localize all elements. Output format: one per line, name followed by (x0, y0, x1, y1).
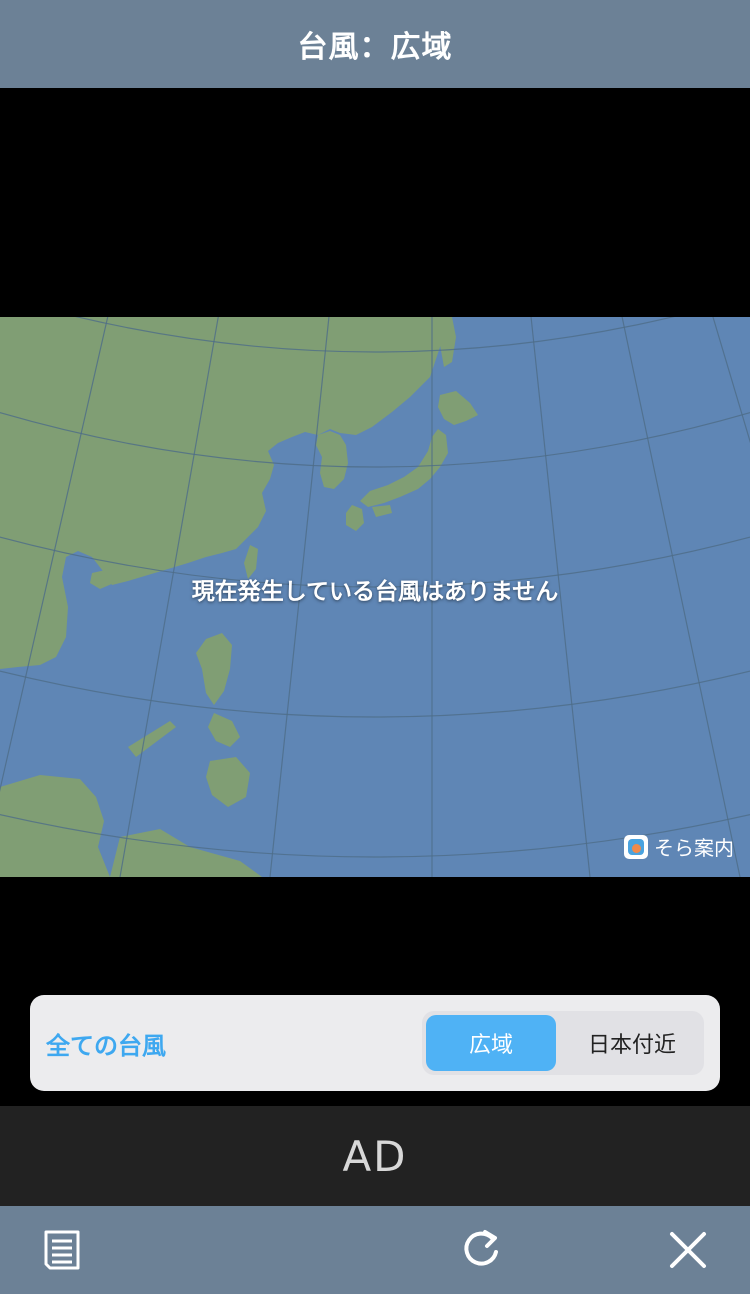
segment-wide-area[interactable]: 広域 (426, 1015, 556, 1071)
segment-near-japan[interactable]: 日本付近 (564, 1015, 700, 1071)
sora-annai-logo: そら案内 (624, 832, 734, 861)
list-icon[interactable] (40, 1228, 84, 1272)
all-typhoons-link[interactable]: 全ての台風 (46, 1026, 166, 1061)
refresh-icon[interactable] (459, 1228, 503, 1272)
no-typhoon-message: 現在発生している台風はありません (191, 579, 559, 605)
page-title: 台風：広域 (297, 30, 453, 65)
sora-logo-icon (624, 834, 648, 859)
header-bar: 台風：広域 (0, 0, 750, 88)
ad-banner[interactable]: AD (0, 1106, 750, 1206)
typhoon-map[interactable]: 現在発生している台風はありません そら案内 (0, 317, 750, 877)
area-segmented-control[interactable]: 広域 日本付近 (422, 1011, 704, 1075)
logo-text: そら案内 (654, 836, 734, 860)
bottom-toolbar (0, 1206, 750, 1294)
close-icon[interactable] (666, 1228, 710, 1272)
typhoon-control-panel: 全ての台風 広域 日本付近 (30, 995, 720, 1091)
